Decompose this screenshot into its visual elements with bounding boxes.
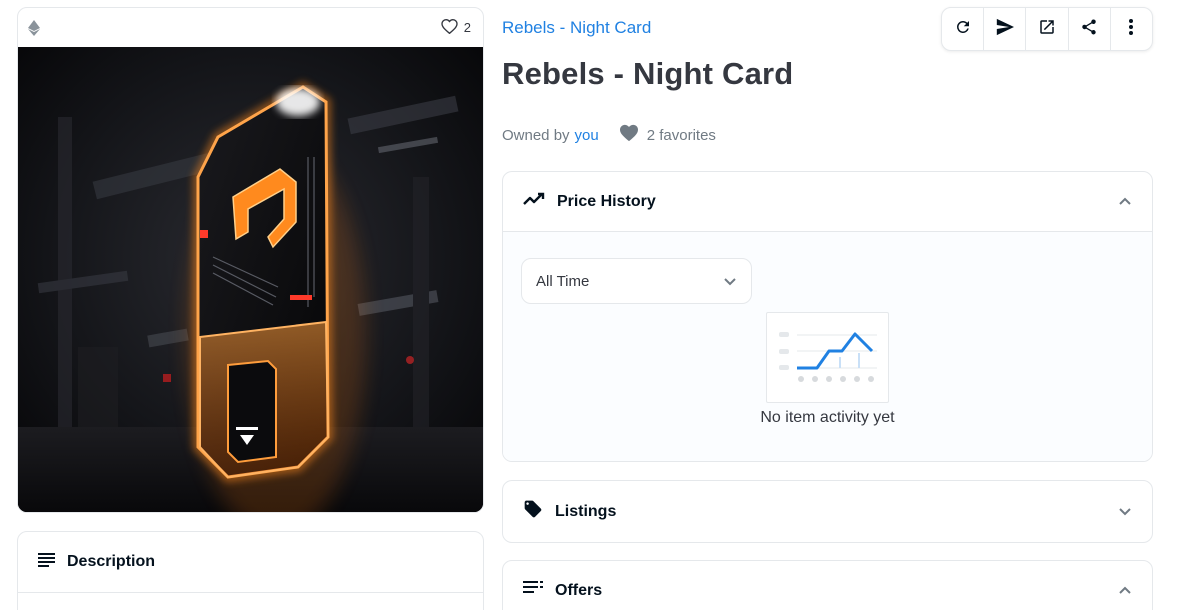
refresh-metadata-button[interactable] (942, 8, 985, 50)
favorites-summary: 2 favorites (619, 124, 716, 146)
ethereum-icon (28, 19, 40, 36)
send-icon (995, 18, 1015, 41)
share-button[interactable] (1069, 8, 1111, 50)
offers-panel: Offers (502, 560, 1153, 610)
listings-panel: Listings (502, 480, 1153, 543)
listings-header[interactable]: Listings (503, 481, 1152, 542)
item-action-toolbar (941, 7, 1153, 51)
time-period-value: All Time (536, 272, 590, 290)
open-external-icon (1038, 18, 1056, 41)
owner-link[interactable]: you (575, 127, 599, 144)
collection-link[interactable]: Rebels - Night Card (502, 18, 651, 38)
empty-chart-illustration (766, 312, 889, 403)
owner-row: Owned by you 2 favorites (502, 124, 716, 146)
chevron-down-icon (1118, 503, 1132, 521)
description-header[interactable]: Description (18, 532, 483, 593)
listings-title: Listings (555, 502, 617, 520)
heart-outline-icon (441, 18, 458, 37)
item-title: Rebels - Night Card (502, 56, 794, 91)
trending-chart-icon (523, 192, 545, 211)
nft-image[interactable] (18, 47, 483, 512)
tag-icon (523, 499, 543, 524)
time-period-select[interactable]: All Time (521, 258, 752, 304)
price-history-title: Price History (557, 192, 656, 210)
description-panel: Description (17, 531, 484, 610)
more-vertical-icon (1128, 18, 1134, 41)
description-icon (38, 552, 55, 572)
nft-card: 2 (17, 7, 484, 513)
chevron-up-icon (1118, 582, 1132, 600)
price-history-header[interactable]: Price History (503, 172, 1152, 231)
heart-filled-icon (619, 124, 639, 146)
owned-by-label: Owned by (502, 126, 570, 144)
refresh-icon (954, 18, 972, 41)
more-options-button[interactable] (1111, 8, 1152, 50)
offers-list-icon (523, 581, 543, 600)
share-icon (1080, 18, 1098, 41)
price-history-body: All Time No item activity yet (503, 231, 1152, 461)
favorites-count-text: 2 favorites (646, 126, 716, 144)
offers-header[interactable]: Offers (503, 561, 1152, 610)
price-history-panel: Price History All Time No item activity … (502, 171, 1153, 462)
favorite-count: 2 (463, 20, 471, 35)
open-external-button[interactable] (1026, 8, 1069, 50)
empty-state: No item activity yet (503, 312, 1152, 427)
empty-state-text: No item activity yet (760, 409, 895, 426)
chevron-down-icon (723, 273, 737, 290)
card-header: 2 (18, 8, 483, 47)
chevron-up-icon (1118, 193, 1132, 211)
offers-title: Offers (555, 581, 603, 599)
favorite-button[interactable]: 2 (441, 18, 471, 37)
transfer-button[interactable] (984, 8, 1027, 50)
description-title: Description (67, 553, 156, 570)
